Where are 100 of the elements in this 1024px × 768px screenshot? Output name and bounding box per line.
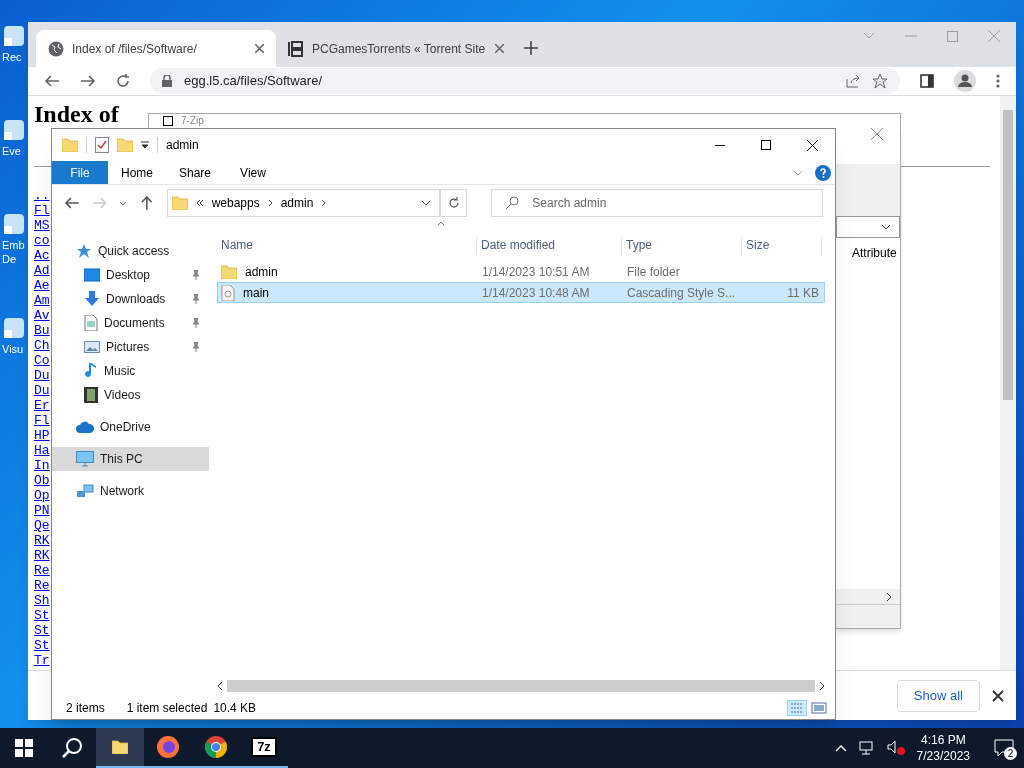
- file-link[interactable]: Ob: [34, 473, 50, 488]
- file-link[interactable]: MS: [34, 218, 50, 233]
- file-link[interactable]: In: [34, 458, 50, 473]
- search-icon[interactable]: [61, 737, 83, 759]
- file-link[interactable]: ..: [34, 188, 50, 203]
- shortcut-icon[interactable]: [2, 118, 24, 140]
- double-chevron-icon[interactable]: [195, 199, 204, 207]
- nav-item[interactable]: This PC: [52, 447, 209, 471]
- back-icon[interactable]: [64, 195, 80, 211]
- breadcrumb[interactable]: webapps: [211, 194, 260, 212]
- file-link[interactable]: Qe: [34, 518, 50, 533]
- file-link[interactable]: Re: [34, 578, 50, 593]
- nav-item[interactable]: Documents: [52, 311, 209, 335]
- help-icon[interactable]: [815, 164, 831, 181]
- file-link[interactable]: Fl: [34, 203, 50, 218]
- column-header[interactable]: Size: [742, 236, 822, 254]
- file-link[interactable]: Tr: [34, 653, 50, 668]
- file-link[interactable]: St: [34, 608, 50, 623]
- star-icon[interactable]: [872, 73, 888, 89]
- shortcut-icon[interactable]: [2, 212, 24, 234]
- file-link[interactable]: Du: [34, 383, 50, 398]
- notification-icon[interactable]: [994, 739, 1014, 757]
- ribbon-tab[interactable]: View: [224, 161, 282, 184]
- search-field[interactable]: Search admin: [491, 189, 823, 217]
- chevron-right-icon[interactable]: [321, 199, 327, 207]
- shortcut-icon[interactable]: [2, 316, 24, 338]
- path-dropdown[interactable]: [836, 216, 900, 238]
- show-all-button[interactable]: Show all: [896, 679, 980, 712]
- ribbon-tab[interactable]: File: [52, 161, 108, 184]
- file-row[interactable]: main 1/14/2023 10:48 AM Cascading Style S... 11 KB: [217, 282, 825, 303]
- profile-icon[interactable]: [954, 70, 976, 92]
- muted-speaker-icon[interactable]: [886, 740, 905, 756]
- side-panel-icon[interactable]: [920, 74, 934, 88]
- back-icon[interactable]: [44, 73, 60, 89]
- new-tab-icon[interactable]: [524, 41, 538, 55]
- vertical-scrollbar[interactable]: [1000, 96, 1016, 670]
- close-icon[interactable]: [992, 689, 1004, 702]
- file-link[interactable]: Ae: [34, 278, 50, 293]
- file-link[interactable]: St: [34, 638, 50, 653]
- refresh-button[interactable]: [439, 189, 468, 217]
- column-header[interactable]: Name: [217, 236, 477, 254]
- forward-icon[interactable]: [80, 73, 96, 89]
- file-link[interactable]: Ch: [34, 338, 50, 353]
- share-icon[interactable]: [846, 74, 860, 88]
- nav-item[interactable]: Network: [52, 479, 209, 503]
- file-link[interactable]: Op: [34, 488, 50, 503]
- breadcrumb[interactable]: admin: [280, 194, 314, 212]
- address-bar[interactable]: egg.l5.ca/files/Software/: [150, 68, 900, 94]
- column-header[interactable]: Type: [622, 236, 742, 254]
- minimize-icon[interactable]: [715, 144, 725, 146]
- reload-icon[interactable]: [116, 74, 130, 88]
- file-link[interactable]: Co: [34, 353, 50, 368]
- file-link[interactable]: Sh: [34, 593, 50, 608]
- nav-item[interactable]: Videos: [52, 383, 209, 407]
- horizontal-scrollbar[interactable]: [836, 589, 900, 604]
- file-link[interactable]: Bu: [34, 323, 50, 338]
- nav-item[interactable]: Desktop: [52, 263, 209, 287]
- taskbar-button[interactable]: 7z: [240, 728, 288, 768]
- dropdown-icon[interactable]: [141, 141, 149, 149]
- up-icon[interactable]: [139, 195, 155, 211]
- clock[interactable]: 4:16 PM 7/23/2023: [916, 732, 970, 764]
- recent-locations-icon[interactable]: [119, 200, 127, 206]
- browser-tab[interactable]: Index of /files/Software/: [36, 30, 276, 67]
- ribbon-tab[interactable]: Home: [108, 161, 166, 184]
- network-icon[interactable]: [858, 741, 875, 755]
- close-icon[interactable]: [806, 139, 818, 151]
- column-header[interactable]: Attribute: [852, 244, 900, 262]
- nav-item[interactable]: Music: [52, 359, 209, 383]
- close-tab-icon[interactable]: [255, 44, 264, 53]
- horizontal-scrollbar[interactable]: [217, 679, 825, 693]
- file-link[interactable]: St: [34, 623, 50, 638]
- file-link[interactable]: Fl: [34, 413, 50, 428]
- nav-item[interactable]: Quick access: [52, 239, 209, 263]
- nav-item[interactable]: OneDrive: [52, 415, 209, 439]
- file-link[interactable]: PN: [34, 503, 50, 518]
- file-link[interactable]: Er: [34, 398, 50, 413]
- nav-item[interactable]: Downloads: [52, 287, 209, 311]
- file-link[interactable]: Du: [34, 368, 50, 383]
- chevron-right-icon[interactable]: [267, 199, 273, 207]
- ribbon-tab[interactable]: Share: [166, 161, 224, 184]
- close-tab-icon[interactable]: [495, 44, 504, 53]
- file-row[interactable]: admin 1/14/2023 10:51 AM File folder: [217, 261, 825, 282]
- column-header[interactable]: Date modified: [477, 236, 622, 254]
- maximize-icon[interactable]: [761, 140, 771, 150]
- file-link[interactable]: Ha: [34, 443, 50, 458]
- chevron-up-icon[interactable]: [834, 744, 847, 752]
- file-link[interactable]: HP: [34, 428, 50, 443]
- shortcut-icon[interactable]: [2, 24, 24, 46]
- file-link[interactable]: co: [34, 233, 50, 248]
- taskbar-button[interactable]: [96, 728, 144, 768]
- address-bar[interactable]: webapps admin: [166, 189, 440, 217]
- file-link[interactable]: RK: [34, 533, 50, 548]
- file-link[interactable]: Ad: [34, 263, 50, 278]
- file-link[interactable]: Re: [34, 563, 50, 578]
- file-link[interactable]: Am: [34, 293, 50, 308]
- file-link[interactable]: RK: [34, 548, 50, 563]
- nav-item[interactable]: Pictures: [52, 335, 209, 359]
- chevron-down-icon[interactable]: [420, 200, 431, 206]
- file-link[interactable]: Av: [34, 308, 50, 323]
- windows-logo-icon[interactable]: [15, 739, 33, 757]
